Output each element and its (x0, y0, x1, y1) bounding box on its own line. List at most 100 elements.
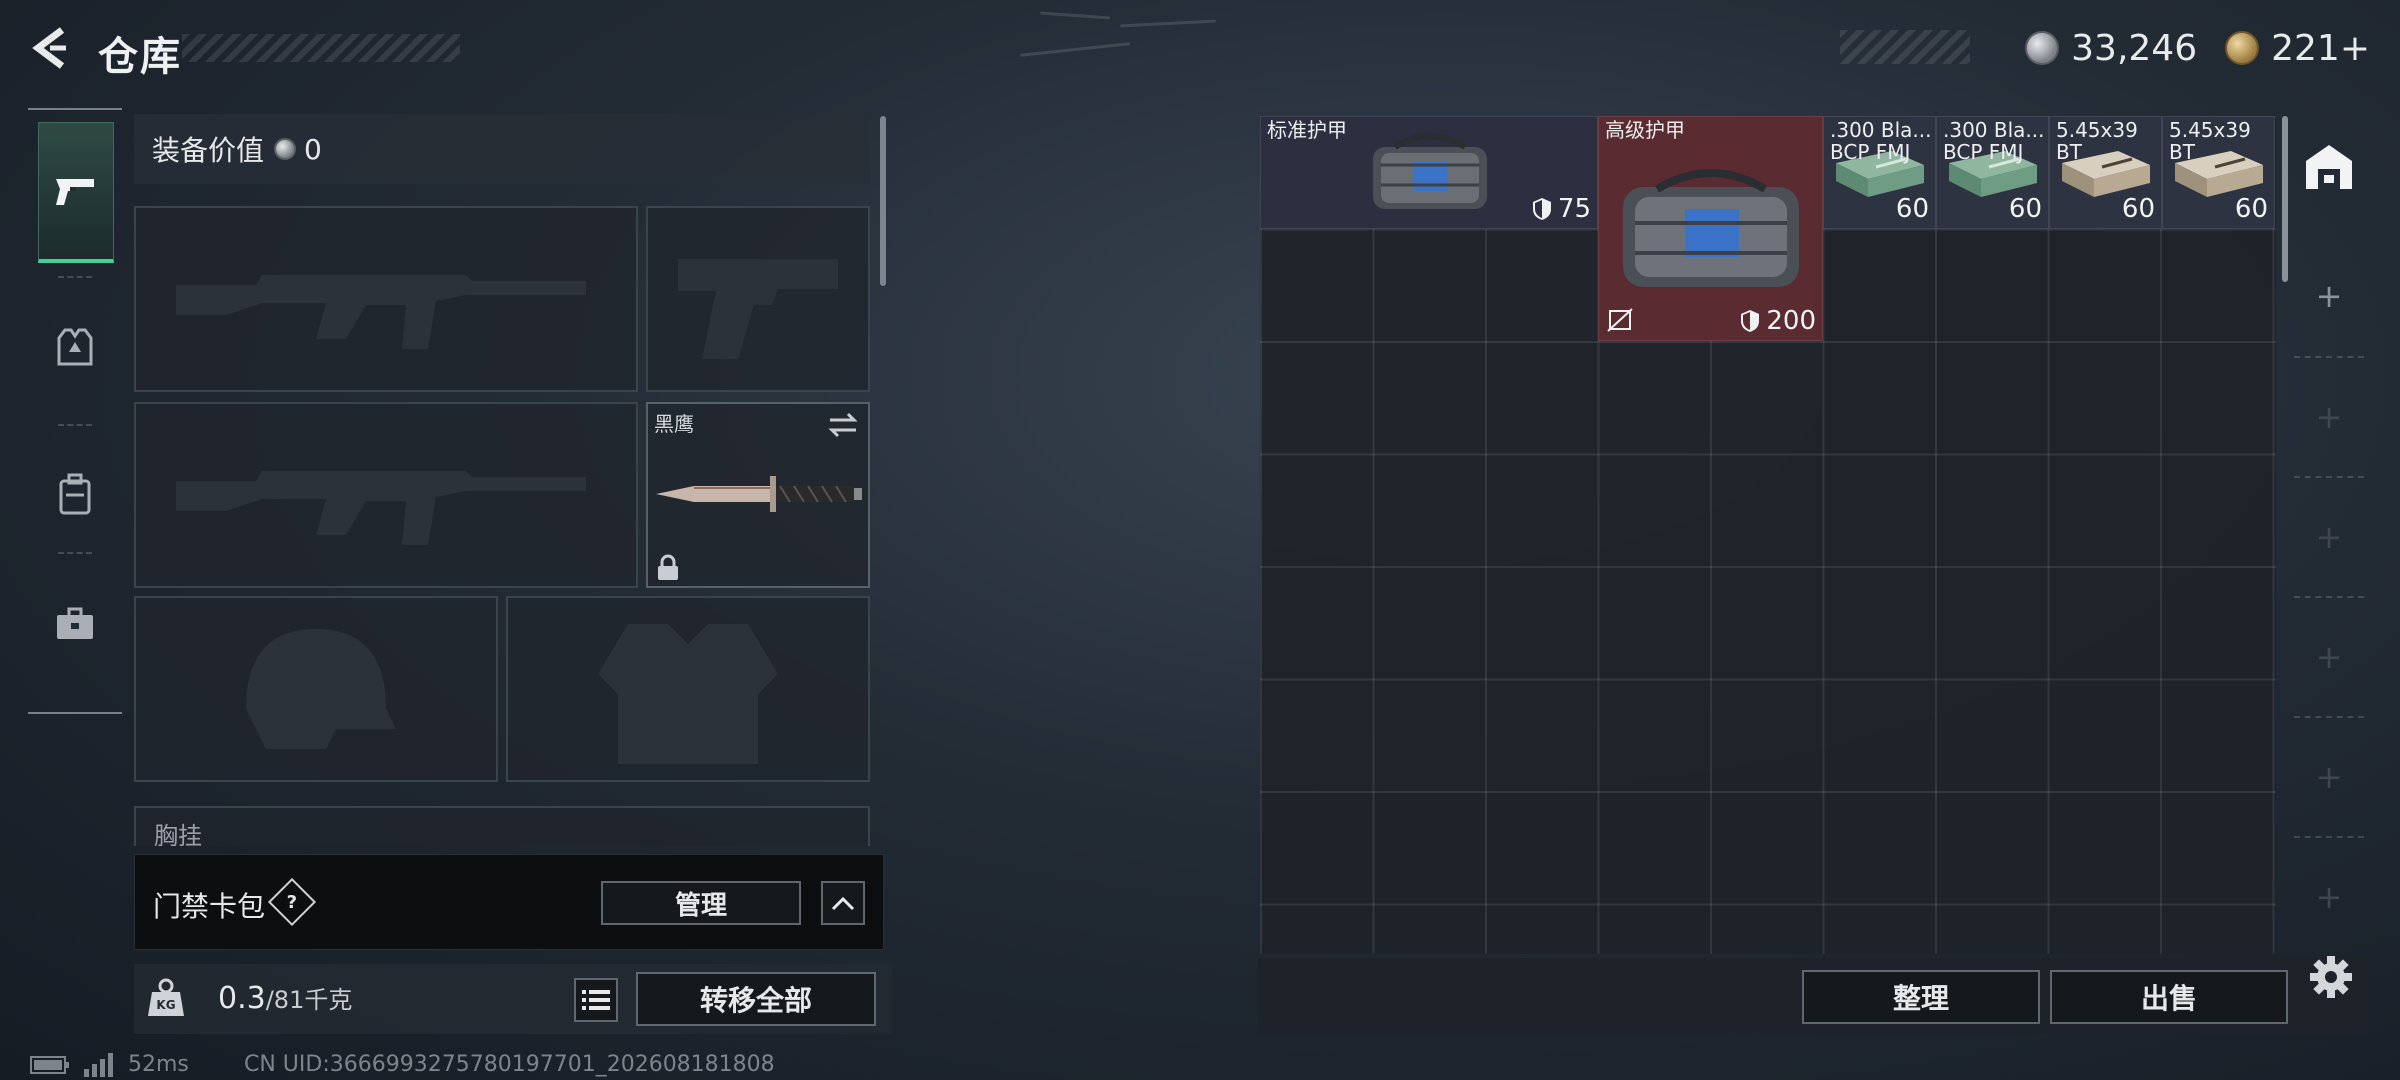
equipment-value-label: 装备价值 (152, 134, 265, 167)
carry-weight-bar: KG 0.3/81千克 转移全部 (134, 964, 892, 1034)
weight-readout: 0.3/81千克 (218, 980, 352, 1016)
background-streak (1020, 42, 1130, 57)
keycard-bag-bar: 门禁卡包 ? 管理 (134, 854, 884, 950)
storage-item[interactable]: .300 Bla... BCP FMJ 60 (1936, 116, 2049, 229)
battery-icon (30, 1055, 69, 1074)
rifle-silhouette-icon (176, 471, 586, 545)
backpack-icon (59, 473, 91, 515)
helmet-silhouette-icon (246, 629, 396, 749)
melee-item-name: 黑鹰 (654, 412, 694, 436)
keycard-bag-title: 门禁卡包 (153, 890, 266, 923)
silver-coin-icon (2025, 31, 2060, 65)
nav-item-tools[interactable] (38, 556, 112, 692)
nav-item-weapons[interactable] (38, 122, 114, 263)
armor-number: 75 (1557, 194, 1591, 224)
armor-bag-icon (1623, 169, 1799, 287)
add-storage-tab-button[interactable]: + (2294, 356, 2364, 476)
storage-item[interactable]: 5.45x39 BT 60 (2049, 116, 2162, 229)
weight-kg-icon: KG (148, 978, 184, 1016)
settings-button[interactable] (2306, 952, 2356, 1002)
title-decoration (182, 34, 460, 62)
item-name: 标准护甲 (1267, 118, 1347, 142)
storage-item[interactable]: 标准护甲 75 (1260, 116, 1598, 229)
collapse-button[interactable] (821, 881, 865, 925)
chest-rig-label: 胸挂 (154, 822, 202, 846)
slot-chest-rig[interactable]: 胸挂 (134, 806, 870, 846)
add-storage-tab-button[interactable]: + (2294, 716, 2364, 836)
item-name: 5.45x39 BT (2056, 118, 2138, 164)
sort-button[interactable]: 整理 (1802, 970, 2040, 1024)
nav-top-line (28, 108, 122, 110)
list-view-button[interactable] (574, 978, 618, 1022)
user-uid: CN UID:3666993275780197701_202608181808 (244, 1052, 775, 1077)
shield-icon (1532, 198, 1551, 220)
swap-icon[interactable] (828, 412, 858, 438)
ping-value: 52ms (128, 1052, 189, 1077)
sell-button[interactable]: 出售 (2050, 970, 2288, 1024)
signal-icon (84, 1052, 113, 1077)
slot-pistol[interactable] (646, 206, 870, 392)
gold-coin-icon[interactable] (2225, 31, 2260, 65)
vest-silhouette-icon (598, 624, 778, 764)
armor-value: 200 (1740, 306, 1816, 336)
nav-item-armor[interactable] (38, 280, 112, 416)
slot-body-armor[interactable] (506, 596, 870, 782)
item-name: 高级护甲 (1605, 118, 1685, 142)
add-storage-tab-button[interactable]: + (2294, 476, 2364, 596)
storage-warehouse-icon (2306, 145, 2352, 189)
nav-item-backpack[interactable] (38, 426, 112, 562)
gold-coin-amount[interactable]: 221+ (2271, 28, 2370, 69)
storage-tab-main[interactable] (2294, 116, 2364, 216)
storage-grid[interactable]: 标准护甲 75 高级护甲 200 .300 Bla... BCP FMJ 60 … (1260, 116, 2276, 954)
armor-value: 75 (1532, 194, 1591, 224)
storage-item[interactable]: 5.45x39 BT 60 (2162, 116, 2275, 229)
current-weight: 0.3 (218, 981, 266, 1016)
armor-bag-icon (1373, 133, 1487, 209)
item-name: .300 Bla... BCP FMJ (1830, 118, 1932, 164)
storage-item[interactable]: 高级护甲 200 (1598, 116, 1823, 341)
nav-separator (58, 552, 92, 554)
item-quantity: 60 (2234, 194, 2268, 224)
equipment-value: 0 (304, 132, 322, 166)
item-quantity: 60 (1895, 194, 1929, 224)
status-bar: 52ms (30, 1052, 189, 1077)
add-storage-tab-button[interactable]: + (2294, 836, 2364, 956)
chevron-up-icon (831, 896, 855, 911)
item-quantity: 60 (2121, 194, 2155, 224)
rifle-silhouette-icon (176, 275, 586, 349)
knife-icon (656, 476, 862, 512)
slot-melee[interactable]: 黑鹰 (646, 402, 870, 588)
add-storage-tab-button[interactable]: + (2294, 236, 2364, 356)
item-quantity: 60 (2008, 194, 2042, 224)
silver-coin-amount: 33,246 (2071, 27, 2198, 69)
transfer-all-button[interactable]: 转移全部 (636, 972, 876, 1026)
back-button[interactable] (26, 24, 74, 72)
shield-icon (1741, 310, 1760, 332)
slot-primary-weapon-1[interactable] (134, 206, 638, 392)
slot-helmet[interactable] (134, 596, 498, 782)
armor-vest-icon (57, 328, 93, 366)
background-streak (1119, 19, 1217, 28)
add-storage-tab-button[interactable]: + (2294, 596, 2364, 716)
storage-actions-bar: 整理 出售 (1258, 958, 2368, 1034)
storage-item[interactable]: .300 Bla... BCP FMJ 60 (1823, 116, 1936, 229)
storage-scrollbar[interactable] (2282, 116, 2288, 282)
slot-primary-weapon-2[interactable] (134, 402, 638, 588)
help-icon[interactable]: ? (267, 877, 317, 927)
armor-number: 200 (1766, 306, 1816, 336)
equipment-category-nav (28, 108, 122, 714)
equipment-scrollbar[interactable] (880, 116, 886, 286)
toolbox-icon (57, 607, 93, 639)
currency-decoration (1840, 30, 1970, 64)
page-title: 仓库 (98, 34, 182, 80)
pistol-silhouette-icon (678, 259, 838, 359)
equipment-value-bar: 装备价值 0 (134, 114, 870, 184)
item-name: 5.45x39 BT (2169, 118, 2251, 164)
storage-grid-panel: 标准护甲 75 高级护甲 200 .300 Bla... BCP FMJ 60 … (1260, 116, 2276, 954)
equipment-panel: 装备价值 0 黑鹰 胸挂 (134, 114, 876, 846)
manage-button[interactable]: 管理 (601, 881, 801, 925)
storage-tabs-rail: + + + + + + (2294, 116, 2364, 956)
no-insurance-icon (1607, 308, 1633, 332)
list-icon (582, 990, 610, 1010)
pistol-icon (56, 179, 94, 205)
